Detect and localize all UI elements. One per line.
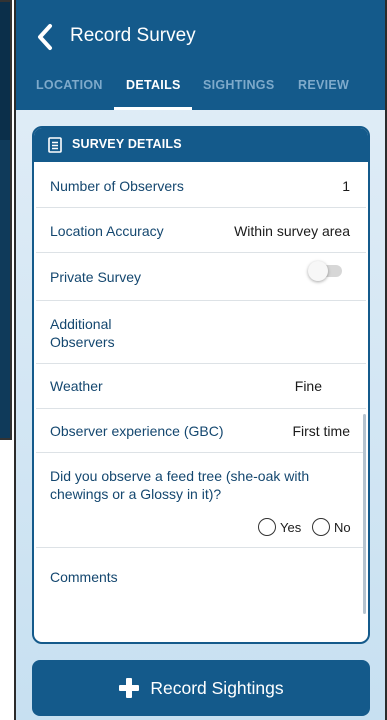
location-accuracy-row[interactable]: Location Accuracy Within survey area [36,208,366,253]
background-window [0,0,12,440]
observers-value[interactable]: 1 [342,177,350,195]
radio-no-circle[interactable] [312,518,330,536]
radio-yes-circle[interactable] [258,518,276,536]
radio-no[interactable]: No [312,518,351,536]
radio-yes-label: Yes [280,519,302,535]
card-title: SURVEY DETAILS [72,137,182,151]
scrollbar[interactable] [363,414,366,614]
phone-screen: Record Survey LOCATION DETAILS SIGHTINGS… [14,0,387,720]
active-tab-indicator [114,107,192,110]
screen: Record Survey LOCATION DETAILS SIGHTINGS… [0,0,387,720]
tab-location[interactable]: LOCATION [36,78,103,92]
card-header: SURVEY DETAILS [34,128,368,162]
additional-observers-label-line2: Observers [50,334,115,350]
additional-observers-label-line1: Additional [50,316,112,332]
tab-sightings[interactable]: SIGHTINGS [203,78,274,92]
tab-review[interactable]: REVIEW [298,78,349,92]
observer-experience-label: Observer experience (GBC) [50,423,224,439]
tab-details[interactable]: DETAILS [126,78,181,92]
comments-row[interactable]: Comments [36,548,366,642]
feed-tree-question-line1: Did you observe a feed tree (she-oak wit… [50,468,310,484]
document-icon [48,137,62,153]
record-sightings-label: Record Sightings [150,677,284,698]
record-sightings-button[interactable]: Record Sightings [32,660,370,716]
weather-row[interactable]: Weather Fine [36,364,366,409]
background-window-frame [0,0,12,440]
feed-tree-question-line2: chewings or a Glossy in it)? [50,486,222,502]
private-survey-toggle-knob[interactable] [308,261,328,281]
private-survey-label: Private Survey [50,269,142,285]
tab-bar: LOCATION DETAILS SIGHTINGS REVIEW [16,74,385,110]
plus-icon [119,678,140,698]
location-accuracy-value[interactable]: Within survey area [234,222,350,240]
additional-observers-row[interactable]: Additional Observers [36,301,366,364]
observers-row[interactable]: Number of Observers 1 [36,164,366,208]
radio-yes[interactable]: Yes [258,518,301,536]
feed-tree-row: Did you observe a feed tree (she-oak wit… [36,453,366,548]
app-bar: Record Survey [16,0,385,74]
page-title: Record Survey [70,25,196,46]
back-arrow-icon[interactable] [34,22,56,52]
weather-value[interactable]: Fine [295,377,322,395]
private-survey-row: Private Survey [36,253,366,301]
radio-no-label: No [334,519,351,535]
weather-label: Weather [50,378,103,394]
location-accuracy-label: Location Accuracy [50,223,164,239]
observer-experience-row[interactable]: Observer experience (GBC) First time [36,409,366,453]
comments-label: Comments [50,569,118,585]
observer-experience-value[interactable]: First time [292,422,350,440]
survey-details-card: SURVEY DETAILS Number of Observers 1 Loc… [32,126,370,644]
observers-label: Number of Observers [50,178,184,194]
